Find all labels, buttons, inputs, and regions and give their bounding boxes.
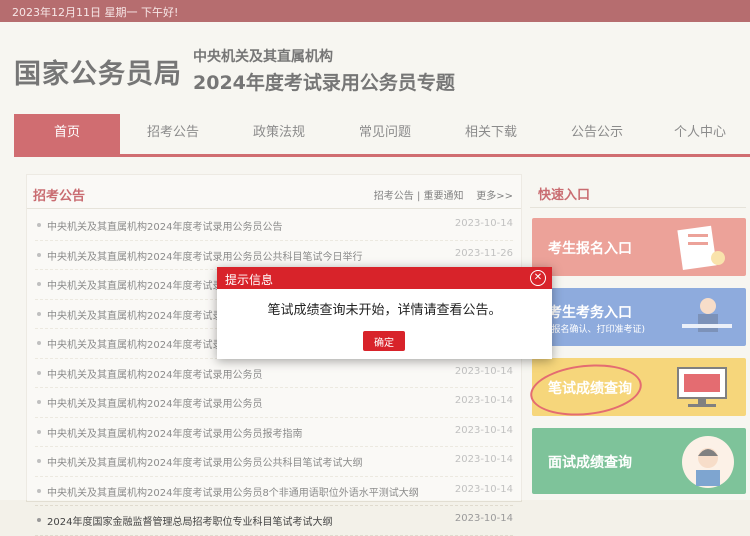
- close-icon[interactable]: ✕: [530, 270, 546, 286]
- confirm-button[interactable]: 确定: [363, 331, 405, 351]
- notice-dialog: 提示信息 ✕ 笔试成绩查询未开始，详情请查看公告。 确定: [217, 267, 552, 359]
- dialog-message: 笔试成绩查询未开始，详情请查看公告。: [267, 303, 502, 318]
- bullet-icon: [37, 518, 41, 522]
- modal-overlay: [0, 0, 750, 500]
- list-item[interactable]: 2024年度国家金融监督管理总局招考职位专业科目笔试考试大纲 2023-10-14: [35, 506, 513, 536]
- dialog-title: 提示信息: [225, 273, 274, 287]
- dialog-header: 提示信息 ✕: [217, 267, 552, 289]
- item-title[interactable]: 2024年度国家金融监督管理总局招考职位专业科目笔试考试大纲: [47, 513, 427, 528]
- item-date: 2023-10-14: [454, 513, 513, 524]
